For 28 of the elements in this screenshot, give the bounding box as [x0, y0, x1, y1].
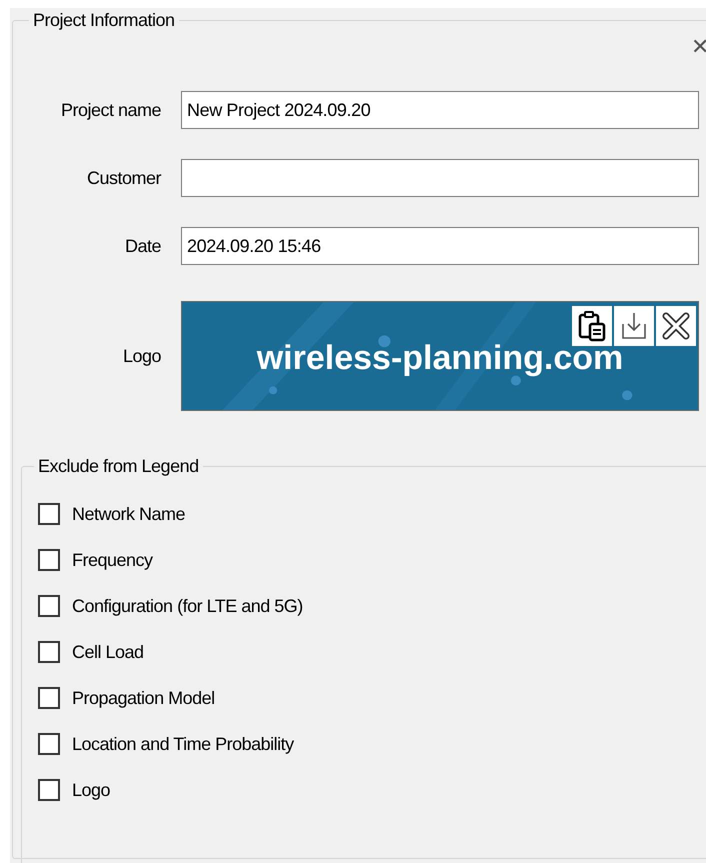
checkbox[interactable] [38, 687, 60, 709]
checkbox-label: Network Name [72, 503, 186, 525]
checkbox-label: Location and Time Probability [72, 733, 294, 755]
field-label: Logo [122, 344, 162, 368]
field-label: Date [124, 234, 162, 258]
checkbox-label: Logo [72, 779, 110, 801]
clipboard-icon [576, 310, 608, 342]
logo-text: wireless-planning.com [256, 338, 624, 378]
checkbox[interactable] [38, 733, 60, 755]
close-icon [660, 310, 692, 342]
remove-button[interactable] [656, 306, 696, 346]
checkbox-label: Cell Load [72, 641, 144, 663]
checkbox[interactable] [38, 779, 60, 801]
checkbox-label: Frequency [72, 549, 153, 571]
paste-button[interactable] [572, 306, 612, 346]
text-field[interactable]: New Project 2024.09.20 [181, 91, 699, 129]
checkbox[interactable] [38, 549, 60, 571]
close-button[interactable]: ✕ [689, 35, 706, 59]
text-field[interactable] [181, 159, 699, 197]
field-label: Customer [86, 166, 162, 190]
checkbox-label: Propagation Model [72, 687, 215, 709]
load-button[interactable] [614, 306, 654, 346]
checkbox[interactable] [38, 641, 60, 663]
field-label: Project name [60, 98, 162, 122]
checkbox-label: Configuration (for LTE and 5G) [72, 595, 303, 617]
text-field[interactable]: 2024.09.20 15:46 [181, 227, 699, 265]
checkbox[interactable] [38, 595, 60, 617]
checkbox[interactable] [38, 503, 60, 525]
